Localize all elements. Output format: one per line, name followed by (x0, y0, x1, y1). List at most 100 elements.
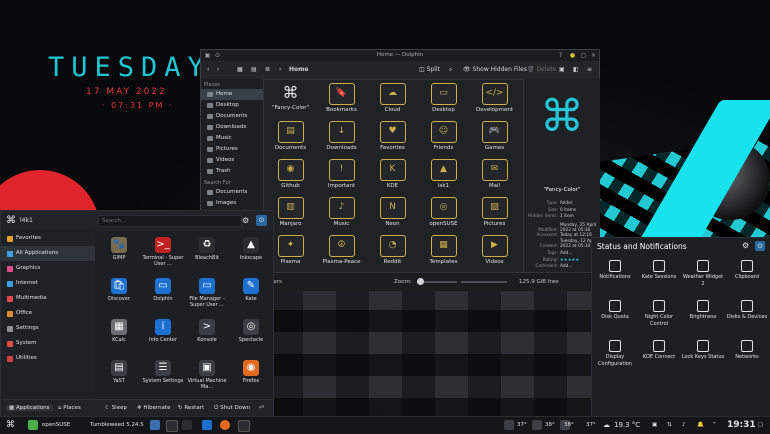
tray-tile[interactable]: Weather Widget 2 (681, 260, 725, 287)
leave-icon[interactable]: ⏎ (259, 405, 264, 411)
volume-tray-icon[interactable]: ♪ (682, 420, 686, 431)
breadcrumb-home[interactable]: Home (289, 65, 308, 75)
app-item[interactable]: ♻ BleachBit (185, 233, 229, 275)
network-tray-icon[interactable]: ⇅ (667, 420, 672, 431)
file-item[interactable]: ◎ openSUSE (418, 195, 469, 233)
file-item[interactable]: ✉ Mail (469, 157, 520, 195)
place-item[interactable]: Music (201, 133, 263, 144)
show-hidden-button[interactable]: 👁 Show Hidden Files (463, 65, 527, 75)
app-item[interactable]: ▲ Inkscape (229, 233, 273, 275)
file-item[interactable]: ☮ Plasma-Peace (316, 233, 367, 271)
app-item[interactable]: ✎ Kate (229, 274, 273, 316)
app-item[interactable]: ◉ Firefox (229, 356, 273, 398)
maximize-icon[interactable]: ▢ (580, 52, 587, 59)
window-menu-icon[interactable]: ▣ (204, 52, 211, 59)
place-item[interactable]: Documents (201, 111, 263, 122)
delete-button[interactable]: 🗑 Delete (527, 65, 556, 75)
place-item[interactable]: Videos (201, 155, 263, 166)
app-item[interactable]: 🐾 GIMP (97, 233, 141, 275)
taskbar-clock[interactable]: 19:31 (727, 420, 756, 431)
task-discover-icon[interactable] (150, 420, 160, 430)
clipboard-tray-icon[interactable]: ▣ (652, 420, 657, 431)
tray-configure-icon[interactable]: ⚙ (742, 241, 749, 250)
category-item[interactable]: Internet (1, 276, 95, 291)
app-item[interactable]: > Konsole (185, 315, 229, 357)
weather-temp[interactable]: 19.3 °C (614, 420, 640, 431)
icon-view-button[interactable]: ▦ (237, 65, 243, 75)
app-item[interactable]: 🛍 Discover (97, 274, 141, 316)
compact-view-button[interactable]: ▤ (251, 65, 257, 75)
category-item[interactable]: Graphics (1, 261, 95, 276)
app-item[interactable]: ☰ System Settings (141, 356, 185, 398)
weather-icon[interactable]: ☁ (603, 420, 610, 431)
shutdown-button[interactable]: ⏻ Shut Down (214, 405, 250, 412)
hibernate-button[interactable]: ❄ Hibernate (137, 405, 170, 411)
tray-tile[interactable]: Brightness (681, 300, 725, 321)
file-item[interactable]: ▲ lsk1 (418, 157, 469, 195)
app-item[interactable]: ▤ YaST (97, 356, 141, 398)
task-dolphin-icon[interactable] (202, 420, 212, 430)
pin-icon[interactable]: ⊙ (214, 52, 221, 59)
close-icon[interactable]: × (590, 52, 597, 59)
terminal-toggle-icon[interactable]: ▣ (559, 65, 565, 75)
place-item[interactable]: Trash (201, 166, 263, 177)
places-tab[interactable]: ⌂ Places (58, 405, 81, 411)
tray-tile[interactable]: Networks (725, 340, 769, 361)
place-item[interactable]: Pictures (201, 144, 263, 155)
file-item[interactable]: ♥ Favorites (367, 119, 418, 157)
configure-icon[interactable]: ⚙ (242, 216, 249, 225)
category-item[interactable]: Favorites (1, 231, 95, 246)
app-item[interactable]: ▭ File Manager - Super User ... (185, 274, 229, 316)
category-item[interactable]: Utilities (1, 351, 95, 366)
split-button[interactable]: ◫ Split (419, 65, 440, 75)
app-item[interactable]: i Info Center (141, 315, 185, 357)
app-item[interactable]: ▦ KCalc (97, 315, 141, 357)
zoom-slider-handle[interactable] (417, 278, 424, 285)
tray-tile[interactable]: Notifications (593, 260, 637, 281)
file-item[interactable]: ▶ Videos (469, 233, 520, 271)
file-item[interactable]: ☁ Cloud (367, 81, 418, 119)
search-item[interactable]: Documents (201, 187, 263, 198)
category-item[interactable]: System (1, 336, 95, 351)
app-item[interactable]: >_ Terminal - Super User ... (141, 233, 185, 275)
forward-icon[interactable]: › (217, 65, 219, 75)
file-item[interactable]: 🔖 Bookmarks (316, 81, 367, 119)
search-icon[interactable]: ⌕ (449, 65, 452, 75)
help-icon[interactable]: ? (557, 52, 564, 59)
launcher-search-input[interactable] (98, 215, 242, 227)
search-item[interactable]: Images (201, 198, 263, 209)
tray-tile[interactable]: Disk Quota (593, 300, 637, 321)
tray-pin-icon[interactable]: ⊙ (755, 241, 765, 251)
back-icon[interactable]: ‹ (207, 65, 209, 75)
tray-tile[interactable]: Clipboard (725, 260, 769, 281)
app-item[interactable]: ▣ Virtual Machine Ma... (185, 356, 229, 398)
category-item[interactable]: Multimedia (1, 291, 95, 306)
place-item[interactable]: Home (201, 89, 263, 100)
category-item[interactable]: Settings (1, 321, 95, 336)
category-item[interactable]: Office (1, 306, 95, 321)
file-item[interactable]: ▨ Pictures (469, 195, 520, 233)
pin-launcher-icon[interactable]: ⊙ (256, 215, 267, 226)
details-view-button[interactable]: ≣ (265, 65, 270, 75)
place-item[interactable]: Downloads (201, 122, 263, 133)
file-item[interactable]: ◉ Github (265, 157, 316, 195)
task-inkscape-icon[interactable] (182, 420, 192, 430)
file-item[interactable]: ☺ Friends (418, 119, 469, 157)
minimize-icon[interactable]: ● (569, 52, 576, 59)
applications-tab[interactable]: ▦ Applications (6, 405, 53, 411)
task-system-settings-icon[interactable] (166, 420, 178, 432)
file-item[interactable]: ▤ Documents (265, 119, 316, 157)
file-item[interactable]: ▭ Desktop (418, 81, 469, 119)
file-item[interactable]: </> Development (469, 81, 520, 119)
task-firefox-icon[interactable] (220, 420, 230, 430)
show-desktop-icon[interactable]: ▢ (758, 420, 763, 431)
hamburger-menu-icon[interactable]: ≡ (587, 65, 592, 75)
task-konsole-icon[interactable] (238, 420, 250, 432)
restart-button[interactable]: ↻ Restart (178, 405, 204, 411)
file-item[interactable]: ↓ Downloads (316, 119, 367, 157)
tray-tile[interactable]: Night Color Control (637, 300, 681, 327)
file-item[interactable]: N Neon (367, 195, 418, 233)
category-item[interactable]: All Applications (1, 246, 95, 261)
app-launcher-button[interactable]: ⌘ (6, 420, 15, 431)
app-item[interactable]: ◎ Spectacle (229, 315, 273, 357)
